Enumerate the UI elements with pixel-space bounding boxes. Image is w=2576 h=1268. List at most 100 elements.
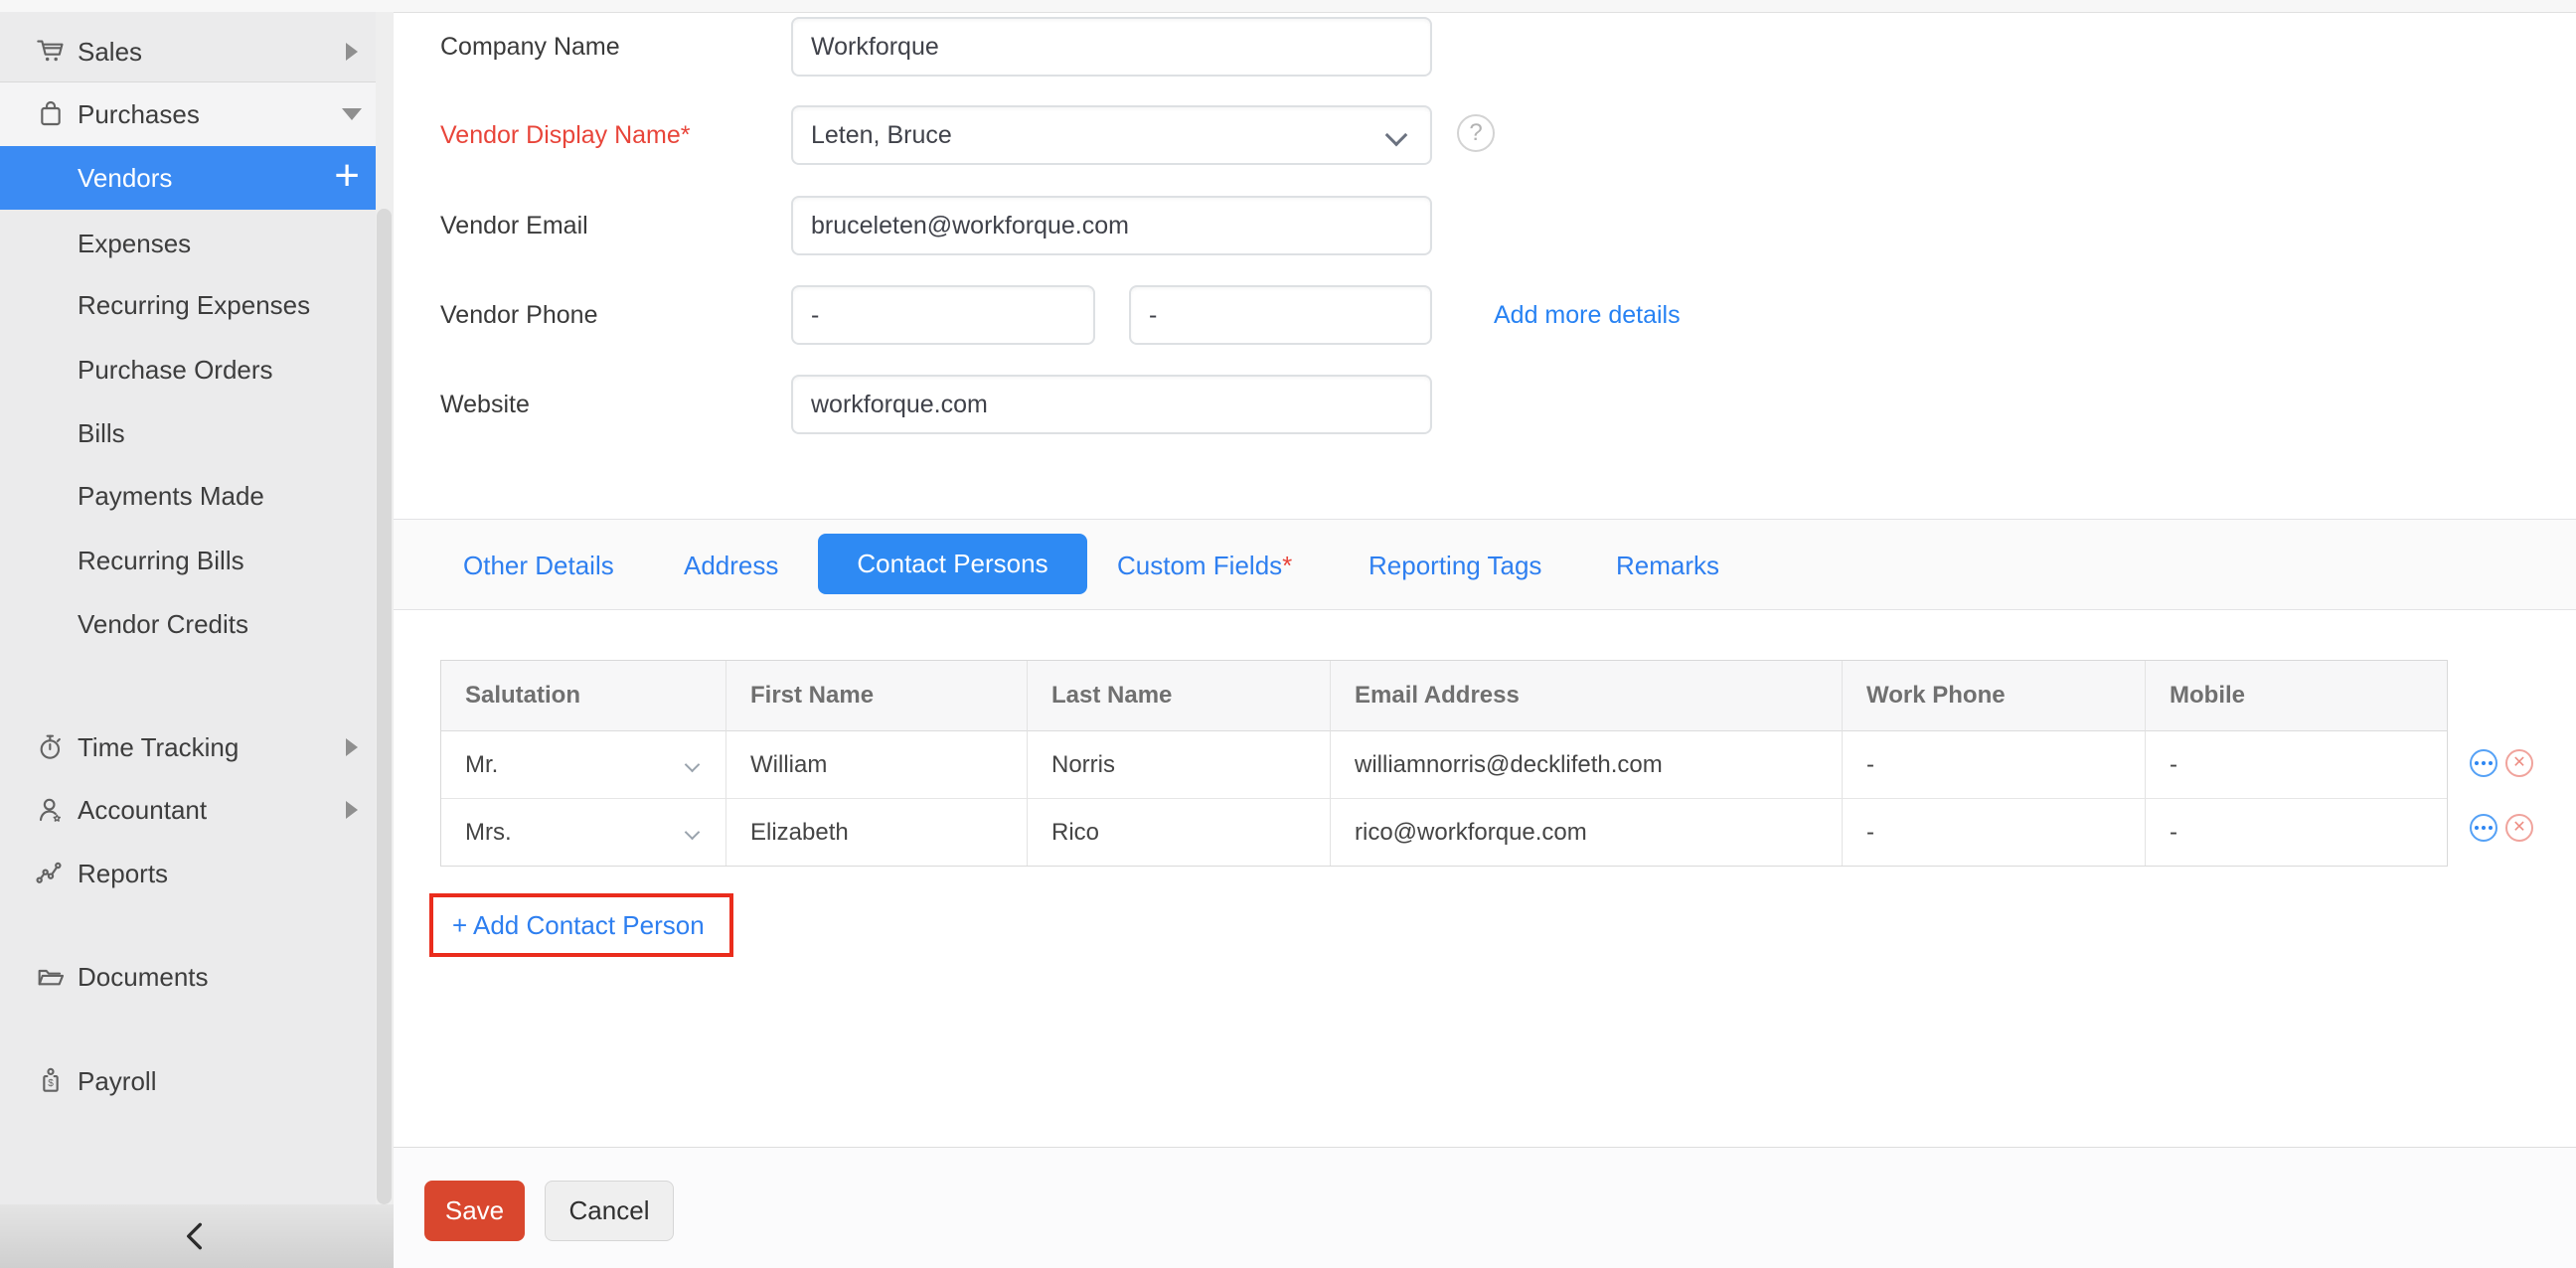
vendor-email-label: Vendor Email — [440, 196, 588, 255]
dot — [2482, 826, 2486, 830]
reports-chart-icon — [34, 857, 68, 890]
save-button[interactable]: Save — [424, 1181, 525, 1241]
sidebar-item-label: Recurring Expenses — [78, 290, 310, 321]
chevron-right-icon — [346, 738, 358, 756]
tab-remarks[interactable]: Remarks — [1616, 520, 1719, 611]
sidebar-item-payments-made[interactable]: Payments Made — [0, 464, 376, 528]
svg-text:$: $ — [48, 1078, 54, 1089]
tab-contact-persons-active[interactable]: Contact Persons — [818, 534, 1087, 594]
sidebar-collapse-bar[interactable] — [0, 1204, 394, 1268]
mobile-cell[interactable]: - — [2146, 731, 2447, 799]
column-header-work-phone: Work Phone — [1843, 661, 2146, 731]
folder-icon — [34, 960, 68, 994]
company-name-input[interactable] — [791, 17, 1432, 77]
email-cell[interactable]: williamnorris@decklifeth.com — [1331, 731, 1843, 799]
sidebar-item-purchase-orders[interactable]: Purchase Orders — [0, 338, 376, 401]
column-header-first-name: First Name — [726, 661, 1028, 731]
footer-action-bar: Save Cancel — [394, 1147, 2576, 1268]
sidebar-item-label: Vendor Credits — [78, 609, 248, 640]
shopping-bag-icon — [34, 97, 68, 131]
add-vendor-plus-icon[interactable]: + — [334, 154, 360, 198]
email-cell[interactable]: rico@workforque.com — [1331, 799, 1843, 866]
sidebar-item-label: Time Tracking — [78, 732, 239, 763]
first-name-cell[interactable]: Elizabeth — [726, 799, 1028, 866]
vendor-display-name-value: Leten, Bruce — [811, 121, 952, 150]
stopwatch-icon — [34, 730, 68, 764]
sidebar-item-label: Payments Made — [78, 481, 264, 512]
sidebar-item-bills[interactable]: Bills — [0, 401, 376, 465]
sidebar-scrollbar-thumb[interactable] — [377, 209, 392, 1204]
sidebar-item-time-tracking[interactable]: Time Tracking — [0, 715, 376, 779]
cancel-button[interactable]: Cancel — [545, 1181, 674, 1241]
work-phone-cell[interactable]: - — [1843, 731, 2146, 799]
chevron-right-icon — [346, 801, 358, 819]
chevron-down-icon — [685, 825, 701, 841]
sidebar-item-accountant[interactable]: Accountant — [0, 778, 376, 842]
vendor-display-name-select[interactable]: Leten, Bruce — [791, 105, 1432, 165]
sidebar-item-sales[interactable]: Sales — [0, 20, 376, 83]
vendor-phone-label: Vendor Phone — [440, 285, 597, 345]
chevron-down-icon — [342, 108, 362, 120]
collapse-chevron-icon — [177, 1216, 217, 1256]
column-header-email: Email Address — [1331, 661, 1843, 731]
tab-bar: Other Details Address Custom Fields* Rep… — [394, 519, 2576, 610]
vendor-edit-page: Sales Purchases Vendors + Expenses Recur… — [0, 0, 2576, 1268]
salutation-select[interactable]: Mr. — [441, 731, 726, 799]
payroll-icon: $ — [34, 1064, 68, 1098]
last-name-cell[interactable]: Rico — [1028, 799, 1331, 866]
sidebar-item-label: Reports — [78, 859, 168, 889]
row-more-options-icon[interactable] — [2470, 814, 2497, 842]
dot — [2489, 826, 2493, 830]
sidebar-item-documents[interactable]: Documents — [0, 945, 376, 1009]
contact-persons-table: Salutation First Name Last Name Email Ad… — [440, 660, 2448, 867]
accountant-person-icon — [34, 793, 68, 827]
add-more-details-link[interactable]: Add more details — [1494, 285, 1681, 345]
help-icon[interactable]: ? — [1457, 114, 1495, 152]
dot — [2489, 761, 2493, 765]
sidebar-item-recurring-expenses[interactable]: Recurring Expenses — [0, 273, 376, 337]
sidebar-item-payroll[interactable]: $ Payroll — [0, 1049, 376, 1113]
sidebar-item-label: Accountant — [78, 795, 207, 826]
vendor-email-input[interactable] — [791, 196, 1432, 255]
dot — [2475, 761, 2479, 765]
row-delete-icon[interactable]: ✕ — [2505, 814, 2533, 842]
column-header-salutation: Salutation — [441, 661, 726, 731]
sidebar-item-expenses[interactable]: Expenses — [0, 212, 376, 275]
company-name-label: Company Name — [440, 17, 620, 77]
sidebar-item-purchases[interactable]: Purchases — [0, 82, 376, 146]
sidebar-item-reports[interactable]: Reports — [0, 842, 376, 905]
vendor-phone-input-1[interactable] — [791, 285, 1095, 345]
sidebar-item-label: Purchases — [78, 99, 200, 130]
vendor-phone-input-2[interactable] — [1129, 285, 1432, 345]
salutation-select[interactable]: Mrs. — [441, 799, 726, 866]
chevron-down-icon — [685, 757, 701, 773]
tab-custom-fields[interactable]: Custom Fields* — [1117, 520, 1292, 611]
sidebar-item-label: Documents — [78, 962, 209, 993]
sidebar-item-label: Expenses — [78, 229, 191, 259]
sidebar-item-label: Payroll — [78, 1066, 156, 1097]
tab-other-details[interactable]: Other Details — [463, 520, 614, 611]
work-phone-cell[interactable]: - — [1843, 799, 2146, 866]
mobile-cell[interactable]: - — [2146, 799, 2447, 866]
last-name-cell[interactable]: Norris — [1028, 731, 1331, 799]
dot — [2475, 826, 2479, 830]
row-delete-icon[interactable]: ✕ — [2505, 749, 2533, 777]
required-asterisk: * — [1282, 551, 1292, 581]
cart-icon — [34, 35, 68, 69]
sidebar-item-vendor-credits[interactable]: Vendor Credits — [0, 592, 376, 656]
sidebar-item-label: Sales — [78, 37, 142, 68]
website-input[interactable] — [791, 375, 1432, 434]
sidebar-item-label: Purchase Orders — [78, 355, 273, 386]
tab-reporting-tags[interactable]: Reporting Tags — [1368, 520, 1541, 611]
row-more-options-icon[interactable] — [2470, 749, 2497, 777]
sidebar-item-recurring-bills[interactable]: Recurring Bills — [0, 529, 376, 592]
website-label: Website — [440, 375, 530, 434]
first-name-cell[interactable]: William — [726, 731, 1028, 799]
sidebar-item-label: Vendors — [78, 163, 172, 194]
tab-address[interactable]: Address — [684, 520, 778, 611]
sidebar-item-vendors[interactable]: Vendors + — [0, 146, 376, 210]
salutation-value: Mrs. — [465, 819, 512, 847]
column-header-mobile: Mobile — [2146, 661, 2447, 731]
dot — [2482, 761, 2486, 765]
sidebar: Sales Purchases Vendors + Expenses Recur… — [0, 12, 394, 1204]
